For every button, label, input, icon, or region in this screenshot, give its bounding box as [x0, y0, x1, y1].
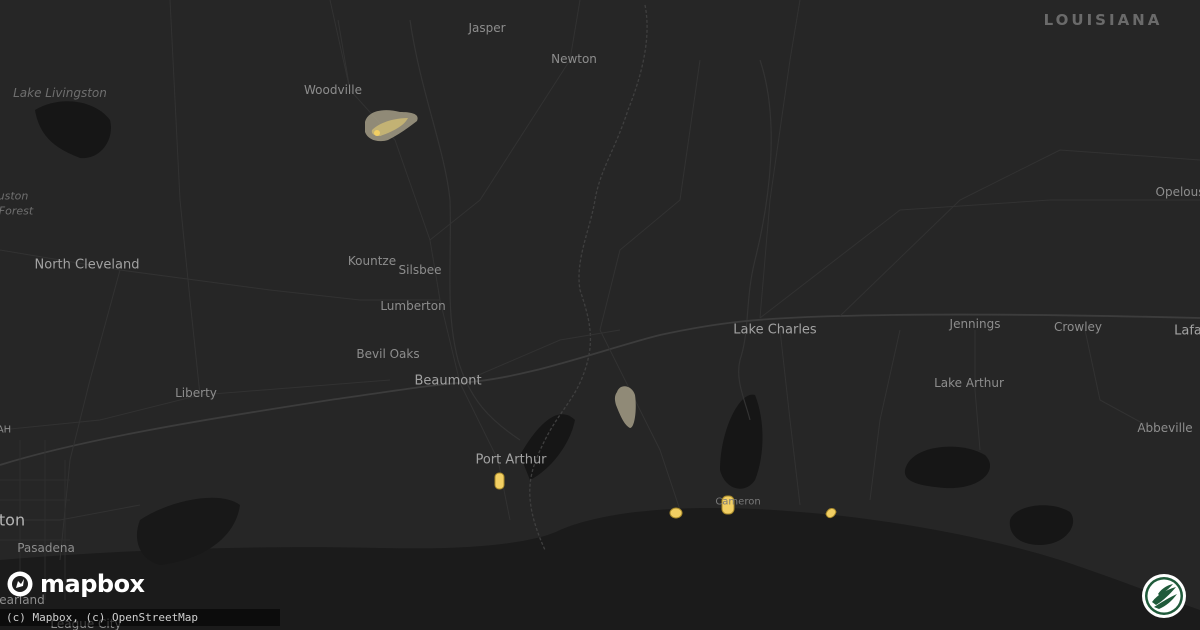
map-attribution[interactable]: (c) Mapbox, (c) OpenStreetMap	[0, 609, 280, 626]
mapbox-logo[interactable]: mapbox	[6, 570, 145, 598]
place-label-newton: Newton	[551, 52, 597, 66]
place-label-jennings: Jennings	[949, 317, 1001, 331]
map-canvas[interactable]: LOUISIANA Lake Livingston uston Forest J…	[0, 0, 1200, 630]
water-label-lake-livingston: Lake Livingston	[13, 86, 107, 100]
brand-badge-icon[interactable]	[1140, 572, 1188, 620]
place-label-liberty: Liberty	[175, 386, 217, 400]
place-label-houston: ton	[0, 510, 26, 530]
place-label-port-arthur: Port Arthur	[475, 452, 547, 468]
place-label-silsbee: Silsbee	[398, 263, 442, 277]
place-label-north-cleveland: North Cleveland	[34, 257, 140, 273]
place-label-woodville: Woodville	[304, 83, 362, 97]
hail-point-woodville	[374, 130, 380, 136]
place-label-cameron: Cameron	[715, 496, 761, 508]
place-label-jasper: Jasper	[468, 21, 506, 35]
map-basemap	[0, 0, 1200, 630]
place-label-lumberton: Lumberton	[380, 299, 446, 313]
place-label-beaumont: Beaumont	[414, 373, 482, 389]
place-label-bevil-oaks: Bevil Oaks	[356, 347, 420, 361]
place-label-kountze: Kountze	[347, 254, 397, 268]
water-label-forest-1: uston	[0, 189, 29, 203]
place-label-pasadena: Pasadena	[17, 541, 75, 555]
state-label-louisiana: LOUISIANA	[1043, 11, 1163, 29]
hail-point-holly-beach	[669, 507, 683, 519]
place-label-lafayette: Lafa	[1174, 323, 1200, 339]
hail-point-port-arthur	[494, 472, 505, 490]
water-label-forest-2: Forest	[0, 204, 34, 218]
place-label-lake-arthur: Lake Arthur	[934, 376, 1004, 390]
mapbox-wordmark: mapbox	[40, 570, 145, 598]
place-label-ah: AH	[0, 424, 12, 436]
mapbox-icon	[7, 571, 33, 597]
place-label-opelousas: Opelous	[1155, 185, 1200, 199]
place-label-crowley: Crowley	[1053, 320, 1103, 334]
place-label-abbeville: Abbeville	[1137, 421, 1193, 435]
place-label-lake-charles: Lake Charles	[733, 322, 817, 338]
